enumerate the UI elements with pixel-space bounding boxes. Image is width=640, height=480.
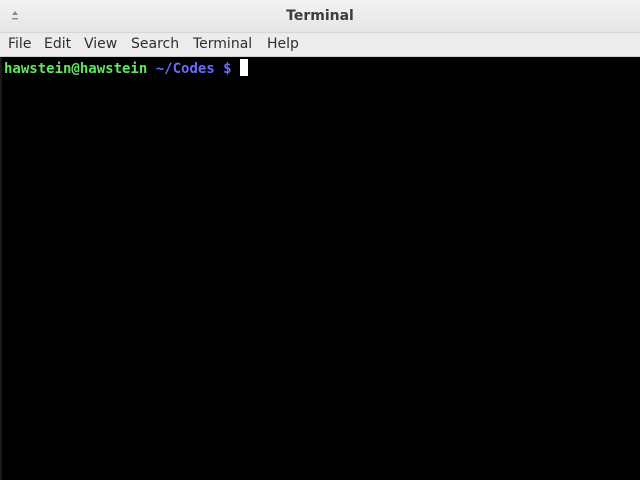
- menu-help[interactable]: Help: [267, 36, 299, 53]
- menu-edit[interactable]: Edit: [44, 36, 71, 53]
- text-cursor: [240, 59, 249, 76]
- window-title: Terminal: [286, 8, 354, 24]
- menu-bar: File Edit View Search Terminal Help: [0, 33, 640, 57]
- title-bar[interactable]: Terminal: [0, 0, 640, 33]
- menu-terminal[interactable]: Terminal: [193, 36, 252, 53]
- menu-view[interactable]: View: [84, 36, 117, 53]
- terminal-window: Terminal File Edit View Search Terminal …: [0, 0, 640, 480]
- menu-search[interactable]: Search: [131, 36, 179, 53]
- prompt-line: hawstein@hawstein ~/Codes $: [4, 59, 249, 78]
- terminal-area[interactable]: hawstein@hawstein ~/Codes $: [2, 57, 640, 480]
- menu-file[interactable]: File: [8, 36, 31, 53]
- prompt-user-host: hawstein@hawstein: [4, 61, 148, 77]
- prompt-cwd: ~/Codes $: [155, 61, 232, 77]
